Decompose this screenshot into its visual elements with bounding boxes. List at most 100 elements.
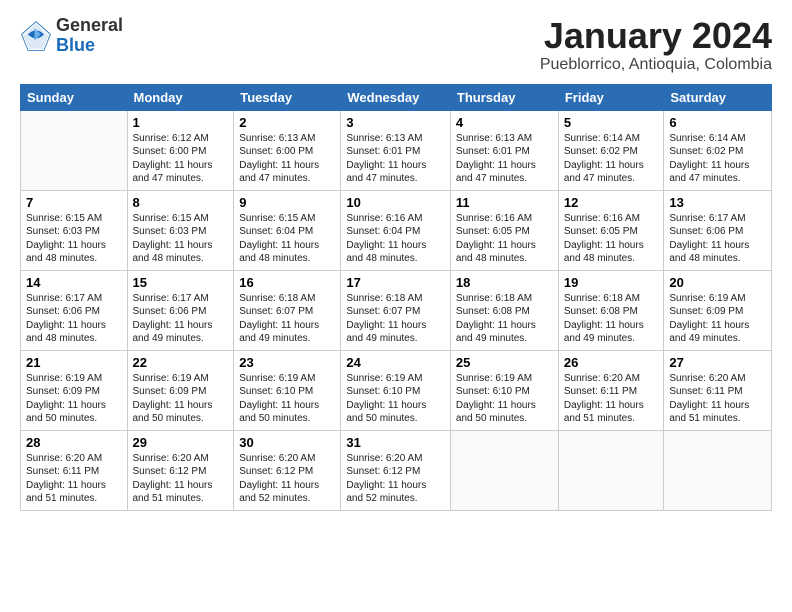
date-number: 18	[456, 275, 553, 290]
date-number: 3	[346, 115, 445, 130]
header-wednesday: Wednesday	[341, 84, 451, 110]
cell-info: Sunrise: 6:18 AMSunset: 6:08 PMDaylight:…	[564, 293, 644, 345]
calendar-cell: 14Sunrise: 6:17 AMSunset: 6:06 PMDayligh…	[21, 270, 128, 350]
header-sunday: Sunday	[21, 84, 128, 110]
calendar-cell	[558, 430, 664, 510]
week-row-0: 1 Sunrise: 6:12 AMSunset: 6:00 PMDaylight…	[21, 110, 772, 190]
date-number: 15	[133, 275, 229, 290]
cell-info: Sunrise: 6:15 AMSunset: 6:03 PMDaylight:…	[26, 213, 106, 265]
calendar-cell: 3 Sunrise: 6:13 AMSunset: 6:01 PMDaylight…	[341, 110, 451, 190]
calendar-cell: 30 Sunrise: 6:20 AMSunset: 6:12 PMDayligh…	[234, 430, 341, 510]
date-number: 12	[564, 195, 659, 210]
date-number: 8	[133, 195, 229, 210]
cell-info: Sunrise: 6:19 AMSunset: 6:10 PMDaylight:…	[456, 373, 536, 425]
calendar-cell: 17 Sunrise: 6:18 AMSunset: 6:07 PMDayligh…	[341, 270, 451, 350]
header-monday: Monday	[127, 84, 234, 110]
cell-info: Sunrise: 6:20 AMSunset: 6:12 PMDaylight:…	[346, 453, 426, 505]
calendar-cell: 22 Sunrise: 6:19 AMSunset: 6:09 PMDayligh…	[127, 350, 234, 430]
cell-info: Sunrise: 6:20 AMSunset: 6:12 PMDaylight:…	[133, 453, 213, 505]
calendar-table: Sunday Monday Tuesday Wednesday Thursday…	[20, 84, 772, 511]
week-row-3: 21 Sunrise: 6:19 AMSunset: 6:09 PMDayligh…	[21, 350, 772, 430]
date-number: 13	[669, 195, 766, 210]
calendar-cell: 28Sunrise: 6:20 AMSunset: 6:11 PMDayligh…	[21, 430, 128, 510]
date-number: 19	[564, 275, 659, 290]
calendar-cell: 18Sunrise: 6:18 AMSunset: 6:08 PMDayligh…	[450, 270, 558, 350]
calendar-cell: 15 Sunrise: 6:17 AMSunset: 6:06 PMDayligh…	[127, 270, 234, 350]
header-tuesday: Tuesday	[234, 84, 341, 110]
date-number: 17	[346, 275, 445, 290]
cell-info: Sunrise: 6:17 AMSunset: 6:06 PMDaylight:…	[26, 293, 106, 345]
date-number: 29	[133, 435, 229, 450]
cell-info: Sunrise: 6:17 AMSunset: 6:06 PMDaylight:…	[133, 293, 213, 345]
date-number: 21	[26, 355, 122, 370]
header-thursday: Thursday	[450, 84, 558, 110]
cell-info: Sunrise: 6:17 AMSunset: 6:06 PMDaylight:…	[669, 213, 749, 265]
calendar-subtitle: Pueblorrico, Antioquia, Colombia	[540, 56, 772, 74]
calendar-cell: 31 Sunrise: 6:20 AMSunset: 6:12 PMDayligh…	[341, 430, 451, 510]
date-number: 1	[133, 115, 229, 130]
logo-text: General Blue	[56, 16, 123, 56]
cell-info: Sunrise: 6:18 AMSunset: 6:07 PMDaylight:…	[346, 293, 426, 345]
cell-info: Sunrise: 6:20 AMSunset: 6:11 PMDaylight:…	[26, 453, 106, 505]
date-number: 27	[669, 355, 766, 370]
calendar-cell: 24Sunrise: 6:19 AMSunset: 6:10 PMDayligh…	[341, 350, 451, 430]
logo-icon	[20, 20, 52, 52]
date-number: 2	[239, 115, 335, 130]
calendar-cell: 9 Sunrise: 6:15 AMSunset: 6:04 PMDaylight…	[234, 190, 341, 270]
header-row: Sunday Monday Tuesday Wednesday Thursday…	[21, 84, 772, 110]
date-number: 31	[346, 435, 445, 450]
cell-info: Sunrise: 6:15 AMSunset: 6:03 PMDaylight:…	[133, 213, 213, 265]
cell-info: Sunrise: 6:15 AMSunset: 6:04 PMDaylight:…	[239, 213, 319, 265]
calendar-cell: 21 Sunrise: 6:19 AMSunset: 6:09 PMDayligh…	[21, 350, 128, 430]
date-number: 9	[239, 195, 335, 210]
logo: General Blue	[20, 16, 123, 56]
cell-info: Sunrise: 6:19 AMSunset: 6:09 PMDaylight:…	[669, 293, 749, 345]
calendar-title: January 2024	[540, 16, 772, 56]
date-number: 6	[669, 115, 766, 130]
cell-info: Sunrise: 6:19 AMSunset: 6:09 PMDaylight:…	[26, 373, 106, 425]
cell-info: Sunrise: 6:19 AMSunset: 6:10 PMDaylight:…	[346, 373, 426, 425]
logo-blue-text: Blue	[56, 36, 123, 56]
cell-info: Sunrise: 6:14 AMSunset: 6:02 PMDaylight:…	[564, 133, 644, 185]
header-saturday: Saturday	[664, 84, 772, 110]
date-number: 20	[669, 275, 766, 290]
calendar-cell: 27 Sunrise: 6:20 AMSunset: 6:11 PMDayligh…	[664, 350, 772, 430]
date-number: 26	[564, 355, 659, 370]
week-row-1: 7 Sunrise: 6:15 AMSunset: 6:03 PMDaylight…	[21, 190, 772, 270]
cell-info: Sunrise: 6:16 AMSunset: 6:04 PMDaylight:…	[346, 213, 426, 265]
calendar-cell: 16 Sunrise: 6:18 AMSunset: 6:07 PMDayligh…	[234, 270, 341, 350]
calendar-cell: 2 Sunrise: 6:13 AMSunset: 6:00 PMDaylight…	[234, 110, 341, 190]
date-number: 16	[239, 275, 335, 290]
cell-info: Sunrise: 6:14 AMSunset: 6:02 PMDaylight:…	[669, 133, 749, 185]
cell-info: Sunrise: 6:19 AMSunset: 6:09 PMDaylight:…	[133, 373, 213, 425]
calendar-cell: 11Sunrise: 6:16 AMSunset: 6:05 PMDayligh…	[450, 190, 558, 270]
calendar-page: General Blue January 2024 Pueblorrico, A…	[0, 0, 792, 612]
cell-info: Sunrise: 6:20 AMSunset: 6:11 PMDaylight:…	[564, 373, 644, 425]
cell-info: Sunrise: 6:12 AMSunset: 6:00 PMDaylight:…	[133, 133, 213, 185]
title-section: January 2024 Pueblorrico, Antioquia, Col…	[540, 16, 772, 74]
calendar-cell: 1 Sunrise: 6:12 AMSunset: 6:00 PMDaylight…	[127, 110, 234, 190]
calendar-cell	[21, 110, 128, 190]
week-row-4: 28Sunrise: 6:20 AMSunset: 6:11 PMDayligh…	[21, 430, 772, 510]
date-number: 22	[133, 355, 229, 370]
calendar-cell	[450, 430, 558, 510]
calendar-cell: 8 Sunrise: 6:15 AMSunset: 6:03 PMDaylight…	[127, 190, 234, 270]
cell-info: Sunrise: 6:13 AMSunset: 6:01 PMDaylight:…	[346, 133, 426, 185]
calendar-cell: 7 Sunrise: 6:15 AMSunset: 6:03 PMDaylight…	[21, 190, 128, 270]
calendar-cell: 5 Sunrise: 6:14 AMSunset: 6:02 PMDaylight…	[558, 110, 664, 190]
calendar-cell: 19 Sunrise: 6:18 AMSunset: 6:08 PMDayligh…	[558, 270, 664, 350]
calendar-cell: 23Sunrise: 6:19 AMSunset: 6:10 PMDayligh…	[234, 350, 341, 430]
cell-info: Sunrise: 6:13 AMSunset: 6:00 PMDaylight:…	[239, 133, 319, 185]
cell-info: Sunrise: 6:16 AMSunset: 6:05 PMDaylight:…	[564, 213, 644, 265]
calendar-cell: 12 Sunrise: 6:16 AMSunset: 6:05 PMDayligh…	[558, 190, 664, 270]
week-row-2: 14Sunrise: 6:17 AMSunset: 6:06 PMDayligh…	[21, 270, 772, 350]
date-number: 30	[239, 435, 335, 450]
logo-general-text: General	[56, 16, 123, 36]
cell-info: Sunrise: 6:18 AMSunset: 6:07 PMDaylight:…	[239, 293, 319, 345]
cell-info: Sunrise: 6:20 AMSunset: 6:11 PMDaylight:…	[669, 373, 749, 425]
cell-info: Sunrise: 6:20 AMSunset: 6:12 PMDaylight:…	[239, 453, 319, 505]
date-number: 5	[564, 115, 659, 130]
date-number: 4	[456, 115, 553, 130]
date-number: 7	[26, 195, 122, 210]
calendar-cell: 13 Sunrise: 6:17 AMSunset: 6:06 PMDayligh…	[664, 190, 772, 270]
